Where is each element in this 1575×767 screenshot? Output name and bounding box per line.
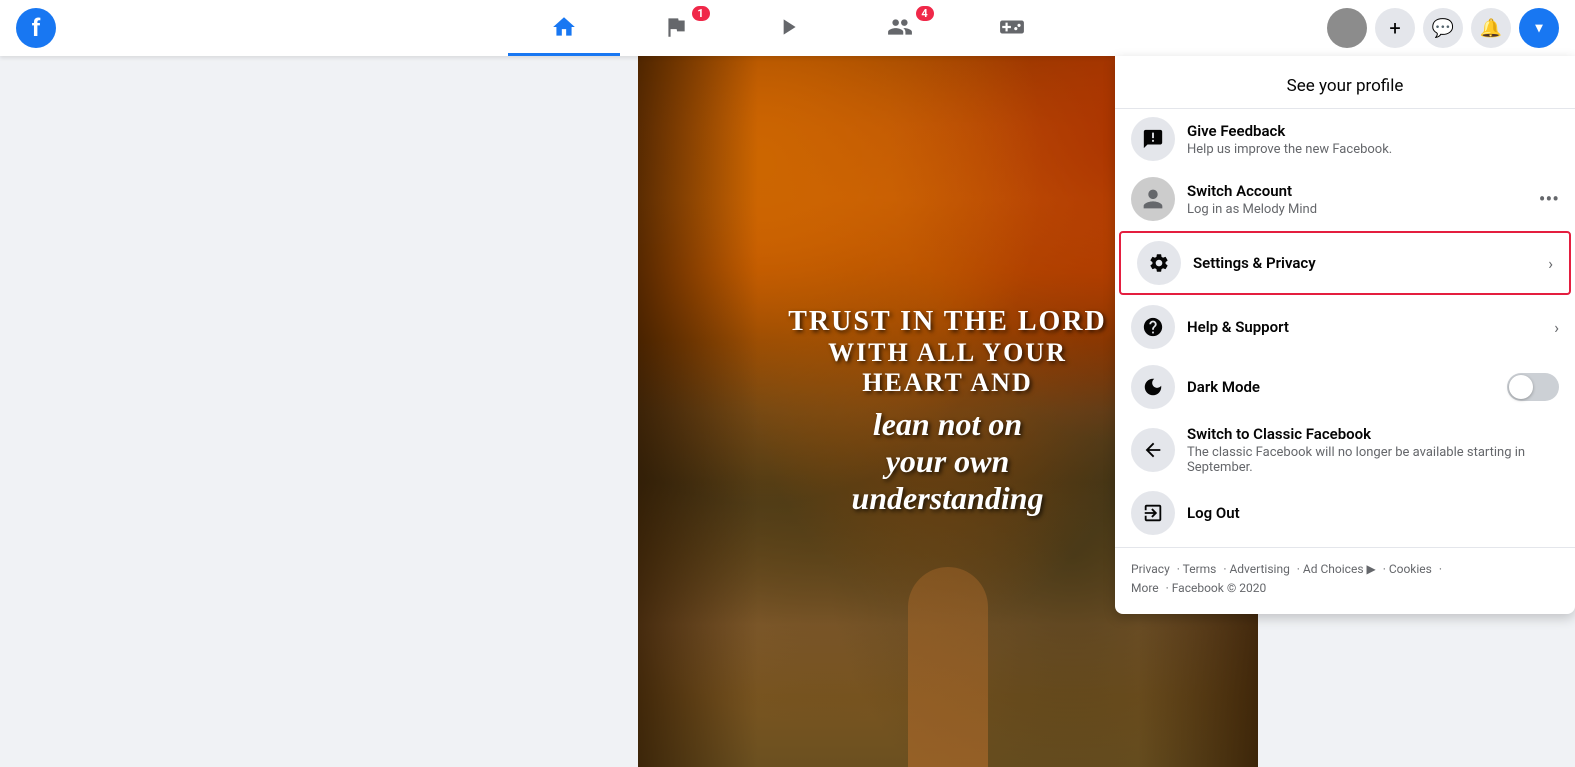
switch-account-text: Switch Account Log in as Melody Mind [1187,182,1531,217]
footer-advertising[interactable]: Advertising [1229,562,1289,576]
logout-icon [1131,491,1175,535]
post-line-6: your own [788,443,1107,480]
post-line-2: WITH ALL YOUR [788,338,1107,368]
toggle-knob [1509,375,1533,399]
settings-privacy-item[interactable]: Settings & Privacy › [1119,231,1571,295]
footer-cookies[interactable]: Cookies [1389,562,1432,576]
post-line-7: understanding [788,480,1107,517]
facebook-logo[interactable]: f [16,8,56,48]
messenger-icon: 💬 [1432,18,1454,39]
post-line-5: lean not on [788,406,1107,443]
feedback-title: Give Feedback [1187,122,1559,140]
see-profile-label: See your profile [1287,76,1404,96]
post-line-3: HEART AND [788,368,1107,398]
log-out-title: Log Out [1187,504,1559,522]
bell-icon: 🔔 [1480,18,1502,39]
settings-privacy-arrow: › [1548,254,1553,273]
feed-badge: 1 [692,6,710,21]
nav-gaming-button[interactable] [956,0,1068,56]
groups-badge: 4 [916,6,934,21]
post-line-1: Trust in the LORD [788,306,1107,338]
switch-account-title: Switch Account [1187,182,1531,200]
nav-groups-button[interactable]: 4 [844,0,956,56]
help-support-text: Help & Support [1187,318,1546,336]
settings-privacy-title: Settings & Privacy [1193,254,1540,272]
dark-mode-item[interactable]: Dark Mode [1115,357,1575,417]
switch-account-item[interactable]: Switch Account Log in as Melody Mind ••• [1115,169,1575,229]
account-dropdown: See your profile Give Feedback Help us i… [1115,56,1575,614]
account-menu-button[interactable]: ▾ [1519,8,1559,48]
nav-center: 1 4 [508,0,1068,56]
switch-account-dots[interactable]: ••• [1539,187,1559,211]
create-button[interactable]: + [1375,8,1415,48]
feedback-subtitle: Help us improve the new Facebook. [1187,142,1559,157]
gear-icon [1137,241,1181,285]
footer-more[interactable]: More [1131,581,1159,595]
nav-left: f [16,8,56,48]
dark-mode-text: Dark Mode [1187,378,1507,396]
question-icon [1131,305,1175,349]
dark-mode-toggle[interactable] [1507,373,1559,401]
plus-icon: + [1389,16,1400,40]
nav-right: + 💬 🔔 ▾ [1327,8,1559,48]
post-text: Trust in the LORD WITH ALL YOUR HEART AN… [768,286,1127,537]
classic-facebook-subtitle: The classic Facebook will no longer be a… [1187,445,1559,475]
help-support-item[interactable]: Help & Support › [1115,297,1575,357]
footer-divider [1115,547,1575,548]
switch-account-subtitle: Log in as Melody Mind [1187,202,1531,217]
classic-facebook-title: Switch to Classic Facebook [1187,425,1559,443]
footer-links: Privacy · Terms · Advertising · Ad Choic… [1115,552,1575,606]
left-sidebar [0,56,320,767]
footer-ad-choices[interactable]: Ad Choices ▶ [1303,562,1376,576]
nav-feed-button[interactable]: 1 [620,0,732,56]
help-support-arrow: › [1554,318,1559,337]
give-feedback-item[interactable]: Give Feedback Help us improve the new Fa… [1115,109,1575,169]
user-avatar[interactable] [1327,8,1367,48]
notifications-button[interactable]: 🔔 [1471,8,1511,48]
settings-privacy-text: Settings & Privacy [1193,254,1540,272]
nav-home-button[interactable] [508,0,620,56]
help-support-title: Help & Support [1187,318,1546,336]
footer-terms[interactable]: Terms [1183,562,1217,576]
footer-copyright: Facebook © 2020 [1172,581,1266,595]
log-out-text: Log Out [1187,504,1559,522]
classic-facebook-item[interactable]: Switch to Classic Facebook The classic F… [1115,417,1575,483]
chevron-down-icon: ▾ [1535,20,1542,36]
switch-account-avatar [1131,177,1175,221]
top-navigation: f 1 4 [0,0,1575,56]
see-profile-section[interactable]: See your profile [1115,56,1575,109]
back-arrow-icon [1131,428,1175,472]
log-out-item[interactable]: Log Out [1115,483,1575,543]
dark-mode-title: Dark Mode [1187,378,1507,396]
moon-icon [1131,365,1175,409]
messenger-button[interactable]: 💬 [1423,8,1463,48]
feedback-icon [1131,117,1175,161]
classic-facebook-text: Switch to Classic Facebook The classic F… [1187,425,1559,475]
nav-watch-button[interactable] [732,0,844,56]
feedback-text: Give Feedback Help us improve the new Fa… [1187,122,1559,157]
footer-privacy[interactable]: Privacy [1131,562,1170,576]
